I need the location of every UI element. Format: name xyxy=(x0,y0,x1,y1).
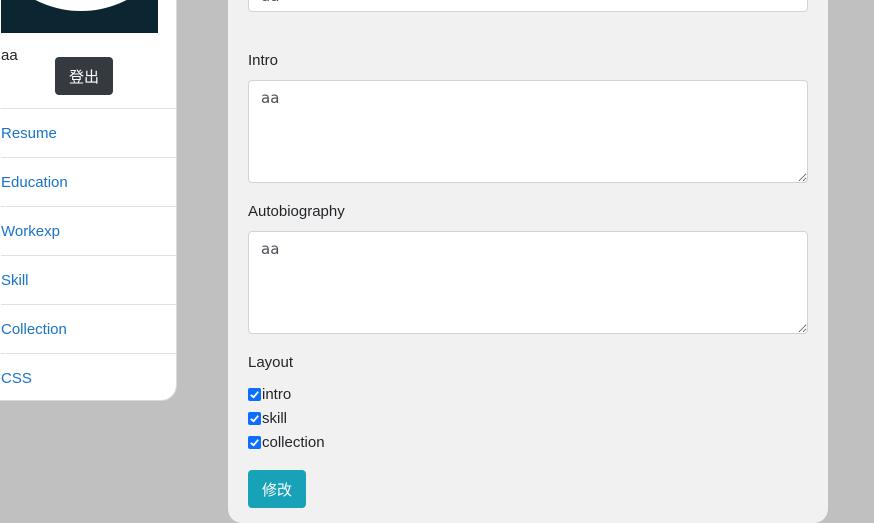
checkbox-skill[interactable] xyxy=(248,412,261,425)
layout-label: Layout xyxy=(248,354,294,371)
layout-option-skill[interactable]: skill xyxy=(248,410,287,427)
sidebar-item-skill: Skill xyxy=(1,256,176,305)
sidebar-item-resume: Resume xyxy=(1,109,176,158)
sidebar-link-education[interactable]: Education xyxy=(1,174,68,191)
logout-button[interactable]: 登出 xyxy=(55,57,113,95)
layout-option-intro[interactable]: intro xyxy=(248,386,291,403)
layout-option-skill-label: skill xyxy=(262,410,287,427)
layout-option-collection-label: collection xyxy=(262,434,325,451)
sidebar-item-collection: Collection xyxy=(1,305,176,354)
layout-option-intro-label: intro xyxy=(262,386,292,403)
sidebar-item-education: Education xyxy=(1,158,176,207)
sidebar-nav: Resume Education Workexp Skill Collectio… xyxy=(1,109,176,400)
top-text-field[interactable] xyxy=(248,0,808,12)
sidebar-link-resume[interactable]: Resume xyxy=(1,125,57,142)
avatar xyxy=(1,0,158,33)
check-icon xyxy=(250,415,259,423)
autobiography-label: Autobiography xyxy=(248,203,345,220)
intro-label: Intro xyxy=(248,52,279,69)
autobiography-textarea[interactable]: aa xyxy=(248,231,808,334)
user-name: aa xyxy=(1,47,18,64)
layout-option-collection[interactable]: collection xyxy=(248,434,325,451)
check-icon xyxy=(250,391,259,399)
checkbox-collection[interactable] xyxy=(248,436,261,449)
sidebar-link-css[interactable]: CSS xyxy=(1,370,32,387)
sidebar-item-css: CSS xyxy=(1,354,176,400)
submit-button[interactable]: 修改 xyxy=(248,470,306,508)
profile-form-card: Intro aa Autobiography aa Layout intro s… xyxy=(228,0,828,523)
sidebar-link-workexp[interactable]: Workexp xyxy=(1,223,60,240)
avatar-image xyxy=(1,0,158,11)
check-icon xyxy=(250,439,259,447)
intro-textarea[interactable]: aa xyxy=(248,80,808,183)
sidebar-link-collection[interactable]: Collection xyxy=(1,321,67,338)
sidebar-item-workexp: Workexp xyxy=(1,207,176,256)
checkbox-intro[interactable] xyxy=(248,388,261,401)
sidebar-link-skill[interactable]: Skill xyxy=(1,272,29,289)
